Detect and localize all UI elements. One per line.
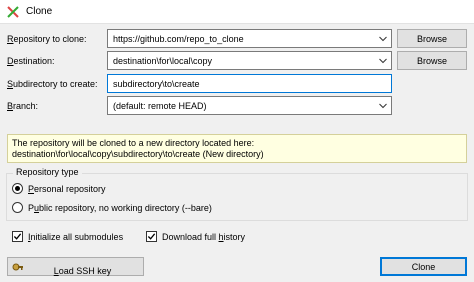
public-repository-radio[interactable] bbox=[12, 202, 23, 213]
clone-button[interactable]: Clone bbox=[380, 257, 467, 276]
chevron-down-icon[interactable] bbox=[379, 58, 387, 64]
public-repository-label[interactable]: Public repository, no working directory … bbox=[28, 203, 212, 213]
chevron-down-icon[interactable] bbox=[379, 36, 387, 42]
window-title: Clone bbox=[26, 6, 53, 17]
info-line-2: destination\for\local\copy\subdirectory\… bbox=[12, 149, 264, 159]
branch-combobox[interactable]: (default: remote HEAD) bbox=[107, 96, 392, 115]
checkmark-icon bbox=[13, 233, 22, 240]
personal-repository-radio[interactable] bbox=[12, 183, 23, 194]
subdirectory-value: subdirectory\to\create bbox=[113, 79, 200, 89]
download-full-history-label[interactable]: Download full history bbox=[162, 232, 245, 242]
info-line-1: The repository will be cloned to a new d… bbox=[12, 138, 255, 148]
key-icon bbox=[12, 263, 23, 271]
destination-combobox[interactable]: destination\for\local\copy bbox=[107, 51, 392, 70]
git-clone-icon bbox=[7, 6, 19, 18]
initialize-submodules-checkbox[interactable] bbox=[12, 231, 23, 242]
initialize-submodules-label[interactable]: Initialize all submodules bbox=[28, 232, 123, 242]
destination-label: Destination: bbox=[7, 56, 55, 66]
load-ssh-key-button[interactable]: Load SSH key bbox=[7, 257, 144, 276]
browse-repo-button[interactable]: Browse bbox=[397, 29, 467, 48]
branch-label: Branch: bbox=[7, 101, 39, 111]
destination-value: destination\for\local\copy bbox=[113, 56, 213, 66]
download-full-history-checkbox[interactable] bbox=[146, 231, 157, 242]
clone-info-box: The repository will be cloned to a new d… bbox=[7, 134, 467, 163]
branch-value: (default: remote HEAD) bbox=[113, 101, 207, 111]
personal-repository-label[interactable]: Personal repository bbox=[28, 184, 106, 194]
repository-type-group bbox=[6, 173, 468, 221]
repo-label: Repository to clone: bbox=[7, 34, 87, 44]
chevron-down-icon[interactable] bbox=[379, 103, 387, 109]
subdirectory-input[interactable]: subdirectory\to\create bbox=[107, 74, 392, 93]
title-bar: Clone bbox=[0, 0, 474, 24]
repository-type-title: Repository type bbox=[13, 167, 82, 177]
subdirectory-label: Subdirectory to create: bbox=[7, 79, 98, 89]
repo-url-combobox[interactable]: https://github.com/repo_to_clone bbox=[107, 29, 392, 48]
browse-destination-button[interactable]: Browse bbox=[397, 51, 467, 70]
repo-url-value: https://github.com/repo_to_clone bbox=[113, 34, 244, 44]
checkmark-icon bbox=[147, 233, 156, 240]
